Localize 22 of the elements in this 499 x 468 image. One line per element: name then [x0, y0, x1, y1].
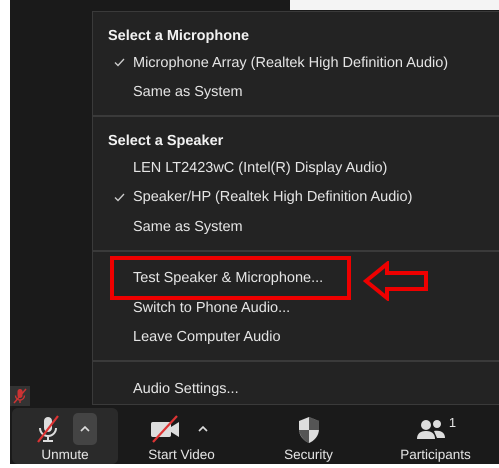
caret-button[interactable] [73, 413, 97, 445]
caret-icon [198, 426, 208, 432]
menu-item[interactable]: Microphone Array (Realtek High Definition Audio) [114, 52, 448, 73]
checkmark-icon [114, 192, 125, 202]
toolbar-button[interactable]: Security [245, 408, 372, 464]
toolbar-button[interactable]: Start Video [118, 408, 245, 464]
menu-item[interactable]: Speaker/HP (Realtek High Definition Audio) [114, 187, 412, 208]
section-header: Select a Microphone [107, 27, 250, 46]
muted-microphone-icon [10, 386, 30, 406]
menu-item[interactable]: Same as System [114, 82, 243, 102]
annotation-arrow [363, 260, 429, 300]
menu-item[interactable]: Switch to Phone Audio... [114, 298, 290, 318]
menu-item[interactable]: LEN LT2423wC (Intel(R) Display Audio) [114, 158, 388, 178]
toolbar-button[interactable]: Unmute [12, 408, 118, 464]
toolbar-button[interactable]: 1 Participants [372, 408, 499, 464]
caret-icon [80, 426, 90, 432]
checkmark-icon [114, 58, 125, 68]
participant-count: 1 [448, 415, 456, 430]
section-header: Select a Speaker [107, 132, 224, 151]
menu-item[interactable]: Audio Settings... [114, 378, 239, 399]
menu-item[interactable]: Same as System [114, 216, 243, 237]
menu-item[interactable]: Leave Computer Audio [114, 327, 281, 348]
